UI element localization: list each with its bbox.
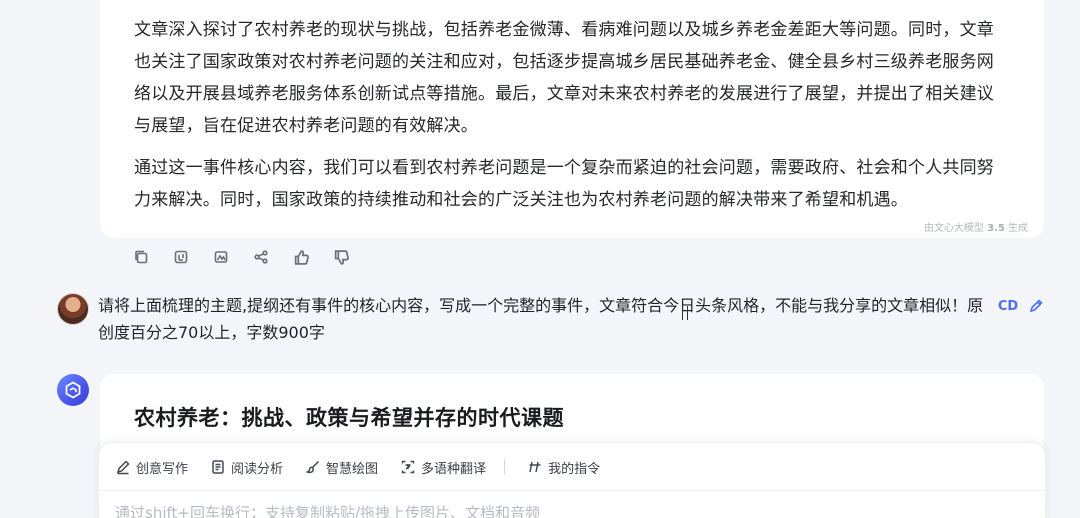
tool-label: 智慧绘图 [326, 461, 379, 477]
model-tag-version: 3.5 [987, 223, 1005, 234]
user-avatar [57, 293, 89, 325]
share-icon[interactable] [252, 248, 270, 266]
tool-label: 我的指令 [548, 461, 601, 477]
ai-answer-card: 文章深入探讨了农村养老的现状与挑战，包括养老金微薄、看病难问题以及城乡养老金差距… [100, 0, 1044, 238]
image-icon[interactable] [212, 248, 230, 266]
answer-paragraph: 通过这一事件核心内容，我们可以看到农村养老问题是一个复杂而紧迫的社会问题，需要政… [134, 158, 994, 210]
composer-divider [99, 490, 1045, 491]
tool-creative-writing[interactable]: 创意写作 [115, 458, 188, 477]
brush-icon [305, 460, 320, 474]
model-tag-suffix: 生成 [1008, 223, 1028, 234]
tool-translation[interactable]: 多语种翻译 [400, 458, 486, 477]
text-cursor [682, 306, 688, 320]
model-tag: 由文心大模型 3.5 生成 [924, 219, 1028, 234]
command-icon [529, 461, 541, 473]
user-message: 请将上面梳理的主题,提纲还有事件的核心内容，写成一个完整的事件，文章符合今日头条… [98, 296, 984, 342]
tool-reading-analysis[interactable]: 阅读分析 [210, 458, 283, 477]
model-tag-prefix: 由文心大模型 [923, 223, 984, 234]
tool-label: 多语种翻译 [421, 461, 487, 477]
document-icon [212, 460, 224, 474]
tool-smart-drawing[interactable]: 智慧绘图 [305, 458, 378, 477]
answer-title: 农村养老：挑战、政策与希望并存的时代课题 [134, 406, 564, 430]
pencil-icon[interactable] [1026, 296, 1046, 316]
tool-label: 创意写作 [136, 461, 189, 477]
chat-page: 文章深入探讨了农村养老的现状与挑战，包括养老金微薄、看病难问题以及城乡养老金差距… [0, 0, 1080, 518]
answer-actions [132, 246, 350, 268]
tool-my-commands[interactable]: 我的指令 [527, 458, 600, 477]
export-icon[interactable] [172, 248, 190, 266]
tool-label: 阅读分析 [231, 461, 284, 477]
translate-icon [401, 460, 415, 474]
thumbs-up-icon[interactable] [292, 248, 310, 266]
bot-avatar [57, 374, 89, 406]
bot-logo-icon [65, 381, 81, 399]
user-message-tools: CD [998, 296, 1046, 316]
message-input[interactable] [115, 501, 1015, 518]
composer: 创意写作 阅读分析 智慧绘图 多语种翻译 我的指令 [98, 442, 1046, 518]
pen-icon [116, 460, 130, 475]
toolbar-divider [504, 459, 506, 475]
copy-icon[interactable] [132, 248, 150, 266]
copy-question-button[interactable]: CD [998, 296, 1018, 316]
thumbs-down-icon[interactable] [332, 248, 350, 266]
answer-paragraph: 文章深入探讨了农村养老的现状与挑战，包括养老金微薄、看病难问题以及城乡养老金差距… [134, 20, 994, 136]
composer-toolbar: 创意写作 阅读分析 智慧绘图 多语种翻译 我的指令 [115, 455, 622, 479]
